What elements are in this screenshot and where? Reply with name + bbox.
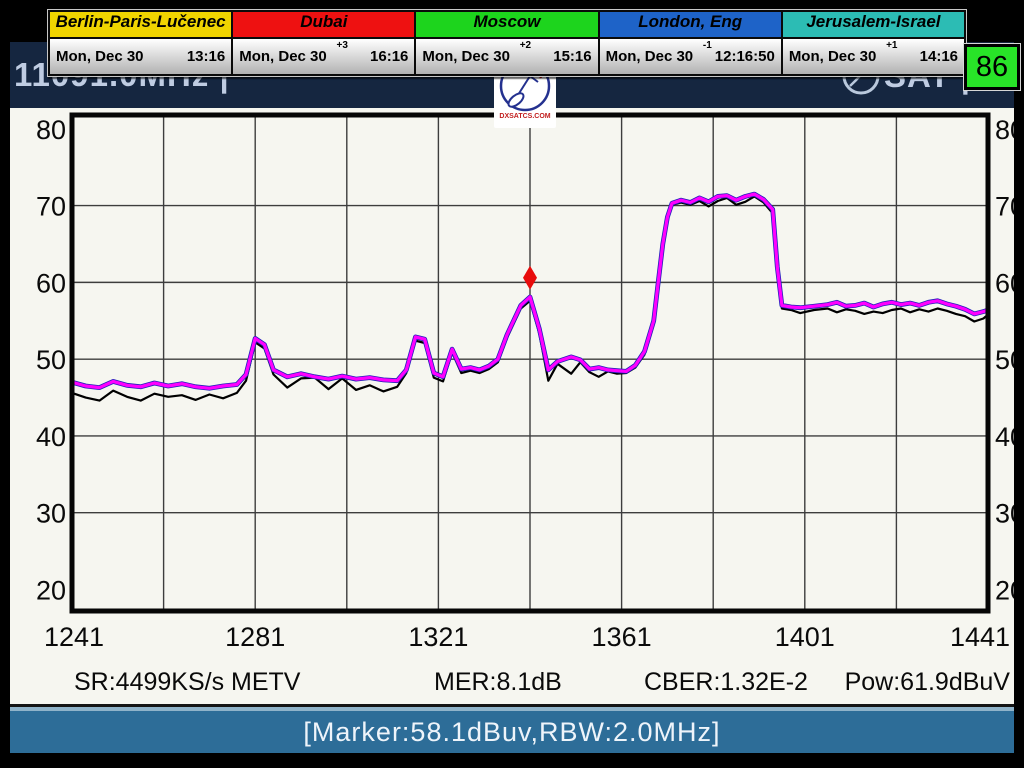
y-axis-tick-right: 60 [995,268,1014,298]
x-axis-tick: 1281 [225,622,285,652]
y-axis-tick-left: 60 [36,268,66,298]
y-axis-tick-left: 80 [36,115,66,145]
y-axis-tick-right: 20 [995,576,1014,606]
spectrum-chart: 20 20 30 30 40 40 50 50 60 60 70 70 80 80 1241 1281 1321… [10,108,1014,704]
x-axis-tick: 1361 [592,622,652,652]
clock-time-row: Mon, Dec 30 +3 16:16 [233,39,414,74]
clock-city-name: Berlin-Paris-Lučenec [50,12,231,39]
world-clock-widget: Berlin-Paris-Lučenec Mon, Dec 30 13:16 D… [48,10,966,76]
service-name: METV [231,668,300,697]
y-axis-tick-left: 30 [36,499,66,529]
clock-city-name: Jerusalem-Israel [783,12,964,39]
spectrum-panel: 20 20 30 30 40 40 50 50 60 60 70 70 80 80 1241 1281 1321… [10,108,1014,704]
clock-panel-jerusalem: Jerusalem-Israel Mon, Dec 30 +1 14:16 [781,12,964,74]
clock-utc-offset: +1 [886,40,897,51]
y-axis-tick-right: 30 [995,499,1014,529]
y-axis-tick-left: 50 [36,345,66,375]
clock-date: Mon, Dec 30 [56,48,144,65]
clock-time: 14:16 [920,48,958,65]
cber-value: CBER:1.32E-2 [644,668,808,697]
clock-date: Mon, Dec 30 [239,48,327,65]
x-axis-tick: 1321 [408,622,468,652]
signal-quality-badge: 86 [964,44,1020,90]
clock-date: Mon, Dec 30 [422,48,510,65]
clock-utc-offset: +2 [520,40,531,51]
symbol-rate-value: SR:4499KS/s [74,668,224,697]
clock-city-name: Dubai [233,12,414,39]
y-axis-tick-right: 50 [995,345,1014,375]
y-axis-tick-left: 20 [36,576,66,606]
clock-city-name: London, Eng [600,12,781,39]
power-value: Pow:61.9dBuV [845,668,1010,697]
clock-panel-moscow: Moscow Mon, Dec 30 +2 15:16 [414,12,597,74]
marker-info-text: [Marker:58.1dBuv,RBW:2.0MHz] [303,717,720,748]
clock-date: Mon, Dec 30 [606,48,694,65]
y-axis-tick-right: 70 [995,192,1014,222]
mer-value: MER:8.1dB [434,668,562,697]
x-axis-tick: 1241 [44,622,104,652]
marker-info-bar: [Marker:58.1dBuv,RBW:2.0MHz] [10,707,1014,753]
clock-panel-dubai: Dubai Mon, Dec 30 +3 16:16 [231,12,414,74]
clock-time: 13:16 [187,48,225,65]
y-axis-tick-left: 70 [36,192,66,222]
clock-utc-offset: +3 [336,40,347,51]
x-axis-tick: 1401 [775,622,835,652]
clock-panel-berlin: Berlin-Paris-Lučenec Mon, Dec 30 13:16 [50,12,231,74]
y-axis-tick-left: 40 [36,422,66,452]
clock-time-row: Mon, Dec 30 +2 15:16 [416,39,597,74]
logo-text: DXSATCS.COM [499,113,550,120]
y-axis-tick-right: 40 [995,422,1014,452]
clock-time: 15:16 [553,48,591,65]
clock-time: 12:16:50 [715,48,775,65]
clock-utc-offset: -1 [703,40,712,51]
clock-date: Mon, Dec 30 [789,48,877,65]
y-axis-tick-right: 80 [995,115,1014,145]
x-axis-tick: 1441 [950,622,1010,652]
clock-time-row: Mon, Dec 30 +1 14:16 [783,39,964,74]
status-row: SR:4499KS/s METV MER:8.1dB CBER:1.32E-2 … [10,668,1014,700]
clock-time-row: Mon, Dec 30 -1 12:16:50 [600,39,781,74]
clock-time: 16:16 [370,48,408,65]
marker-diamond [523,266,537,290]
clock-city-name: Moscow [416,12,597,39]
clock-panel-london: London, Eng Mon, Dec 30 -1 12:16:50 [598,12,781,74]
clock-time-row: Mon, Dec 30 13:16 [50,39,231,74]
